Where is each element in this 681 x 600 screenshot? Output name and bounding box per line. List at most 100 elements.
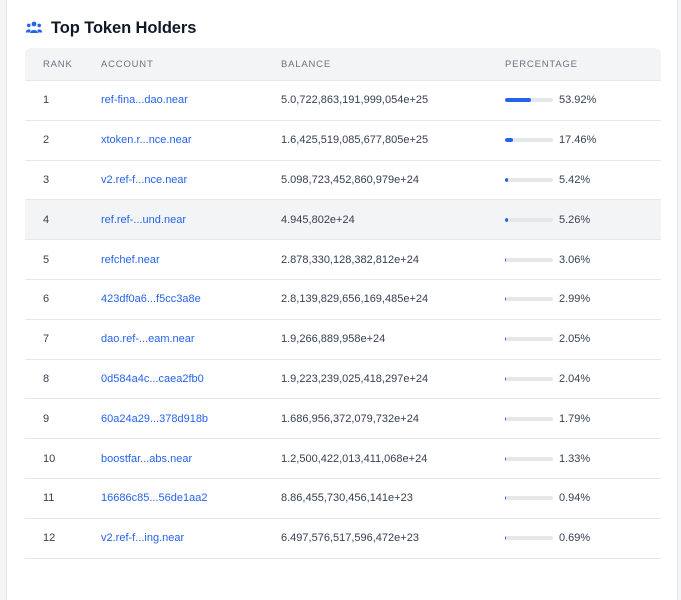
- percentage-bar: [505, 376, 553, 381]
- account-link[interactable]: refchef.near: [101, 254, 160, 266]
- table-row: 3 v2.ref-f...nce.near 5.098,723,452,860,97…: [25, 161, 661, 201]
- percentage-bar-fill: [505, 257, 507, 262]
- balance-cell: 1.686,956,372,079,732e+24: [281, 412, 419, 425]
- page-title: Top Token Holders: [51, 18, 197, 37]
- percentage-cell: 3.06%: [505, 254, 661, 266]
- percentage-bar-fill: [505, 138, 514, 143]
- table-row: 10 boostfar...abs.near 1.2,500,422,013,411…: [25, 439, 661, 479]
- account-link[interactable]: dao.ref-...eam.near: [101, 333, 195, 345]
- account-link[interactable]: ref-fina...dao.near: [101, 94, 188, 106]
- rank-cell: 8: [43, 372, 50, 385]
- account-cell: ref-fina...dao.near: [101, 94, 281, 106]
- rank-cell: 4: [43, 213, 50, 226]
- percentage-cell: 53.92%: [505, 94, 661, 106]
- percentage-bar: [505, 496, 553, 501]
- table-row: 4 ref.ref-...und.near 4.945,802e+24 5.26%: [25, 200, 661, 241]
- rank-cell: 12: [43, 532, 56, 545]
- account-cell: v2.ref-f...nce.near: [101, 174, 281, 186]
- percentage-bar-fill: [505, 456, 506, 461]
- account-link[interactable]: xtoken.r...nce.near: [101, 134, 192, 146]
- rank-cell: 2: [43, 134, 50, 147]
- percentage-bar-fill: [505, 337, 506, 342]
- account-link[interactable]: boostfar...abs.near: [101, 453, 192, 465]
- percentage-cell: 2.04%: [505, 373, 661, 385]
- users-icon: [25, 19, 43, 37]
- rank-cell: 5: [43, 253, 50, 266]
- account-cell: 423df0a6...f5cc3a8e: [101, 293, 281, 305]
- rank-cell: 9: [43, 412, 50, 425]
- percentage-bar: [505, 337, 553, 342]
- percentage-value: 0.69%: [559, 532, 591, 545]
- percentage-value: 2.04%: [559, 372, 591, 385]
- percentage-cell: 2.05%: [505, 333, 661, 345]
- table-row: 8 0d584a4c...caea2fb0 1.9,223,239,025,418,…: [25, 360, 661, 400]
- account-link[interactable]: 16686c85...56de1aa2: [101, 492, 207, 504]
- column-header-rank: RANK: [43, 58, 73, 70]
- percentage-cell: 5.26%: [505, 214, 661, 226]
- account-link[interactable]: ref.ref-...und.near: [101, 214, 186, 226]
- percentage-bar: [505, 177, 553, 182]
- table-row: 11 16686c85...56de1aa2 8.86,455,730,456,14…: [25, 479, 661, 519]
- account-cell: 16686c85...56de1aa2: [101, 492, 281, 504]
- account-link[interactable]: 423df0a6...f5cc3a8e: [101, 293, 201, 305]
- table-row: 2 xtoken.r...nce.near 1.6,425,519,085,677,…: [25, 121, 661, 161]
- balance-cell: 5.0,722,863,191,999,054e+25: [281, 94, 429, 107]
- percentage-bar: [505, 257, 553, 262]
- balance-cell: 1.6,425,519,085,677,805e+25: [281, 134, 429, 147]
- percentage-value: 17.46%: [559, 134, 597, 147]
- balance-cell: 6.497,576,517,596,472e+23: [281, 532, 419, 545]
- percentage-bar: [505, 297, 553, 302]
- percentage-bar-fill: [505, 416, 506, 421]
- account-cell: ref.ref-...und.near: [101, 214, 281, 226]
- balance-cell: 2.8,139,829,656,169,485e+24: [281, 293, 429, 306]
- column-header-percentage: PERCENTAGE: [505, 58, 578, 70]
- rank-cell: 7: [43, 333, 50, 346]
- percentage-bar-fill: [505, 297, 507, 302]
- percentage-bar: [505, 536, 553, 541]
- balance-cell: 2.878,330,128,382,812e+24: [281, 253, 419, 266]
- percentage-bar-fill: [505, 217, 508, 222]
- holders-table: RANK ACCOUNT BALANCE PERCENTAGE 1 ref-fin…: [25, 48, 661, 559]
- percentage-value: 2.05%: [559, 333, 591, 346]
- account-link[interactable]: 60a24a29...378d918b: [101, 413, 208, 425]
- table-row: 5 refchef.near 2.878,330,128,382,812e+24 3.…: [25, 240, 661, 280]
- percentage-cell: 0.94%: [505, 492, 661, 504]
- table-row: 1 ref-fina...dao.near 5.0,722,863,191,999,…: [25, 81, 661, 121]
- account-cell: refchef.near: [101, 254, 281, 266]
- account-link[interactable]: 0d584a4c...caea2fb0: [101, 373, 204, 385]
- rank-cell: 3: [43, 173, 50, 186]
- balance-cell: 8.86,455,730,456,141e+23: [281, 492, 413, 505]
- token-holders-card: Top Token Holders RANK ACCOUNT BALANCE P…: [6, 0, 678, 600]
- table-row: 12 v2.ref-f...ing.near 6.497,576,517,596,4…: [25, 519, 661, 559]
- rank-cell: 11: [43, 492, 55, 505]
- table-row: 9 60a24a29...378d918b 1.686,956,372,079,73…: [25, 399, 661, 440]
- column-header-account: ACCOUNT: [101, 58, 154, 70]
- rank-cell: 1: [43, 94, 50, 107]
- percentage-bar: [505, 138, 553, 143]
- percentage-cell: 2.99%: [505, 293, 661, 305]
- percentage-bar-fill: [505, 376, 506, 381]
- percentage-value: 2.99%: [559, 293, 591, 306]
- table-body: 1 ref-fina...dao.near 5.0,722,863,191,999,…: [25, 81, 661, 559]
- percentage-value: 5.26%: [559, 213, 591, 226]
- percentage-value: 1.33%: [559, 452, 591, 465]
- table-row: 7 dao.ref-...eam.near 1.9,266,889,958e+24 2…: [25, 320, 661, 360]
- percentage-bar-fill: [505, 98, 531, 103]
- percentage-cell: 1.33%: [505, 453, 661, 465]
- rank-cell: 6: [43, 293, 50, 306]
- rank-cell: 10: [43, 452, 56, 465]
- percentage-bar-fill: [505, 496, 506, 501]
- percentage-bar: [505, 217, 553, 222]
- account-link[interactable]: v2.ref-f...ing.near: [101, 532, 184, 544]
- account-link[interactable]: v2.ref-f...nce.near: [101, 174, 187, 186]
- balance-cell: 1.9,266,889,958e+24: [281, 333, 386, 346]
- balance-cell: 5.098,723,452,860,979e+24: [281, 173, 419, 186]
- account-cell: dao.ref-...eam.near: [101, 333, 281, 345]
- percentage-value: 1.79%: [559, 412, 591, 425]
- percentage-bar-fill: [505, 536, 506, 541]
- percentage-value: 0.94%: [559, 492, 591, 505]
- percentage-bar: [505, 98, 553, 103]
- table-row: 6 423df0a6...f5cc3a8e 2.8,139,829,656,169,…: [25, 280, 661, 320]
- percentage-value: 3.06%: [559, 253, 591, 266]
- percentage-cell: 0.69%: [505, 532, 661, 544]
